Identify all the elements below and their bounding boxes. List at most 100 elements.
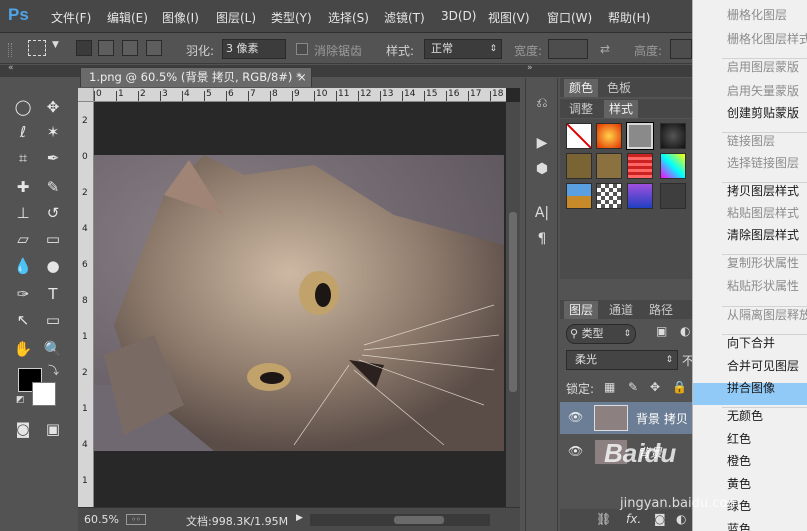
tab-adjustments[interactable]: 调整 bbox=[564, 100, 598, 118]
visibility-eye-icon[interactable]: 👁 bbox=[568, 444, 583, 458]
blur-tool-icon[interactable]: 💧 bbox=[12, 255, 34, 277]
context-menu-item[interactable]: 橙色 bbox=[727, 450, 751, 472]
status-menu-arrow-icon[interactable]: ▶ bbox=[296, 513, 303, 523]
context-menu-item[interactable]: 黄色 bbox=[727, 473, 751, 495]
close-icon[interactable]: × bbox=[297, 68, 307, 87]
tab-channels[interactable]: 通道 bbox=[604, 301, 638, 319]
add-mask-icon[interactable]: ◙ bbox=[654, 512, 666, 526]
style-swatch-sky[interactable] bbox=[566, 183, 592, 209]
style-swatch-rainbow[interactable] bbox=[660, 153, 686, 179]
lasso-tool-icon[interactable]: ℓ bbox=[12, 121, 34, 143]
swap-icon[interactable]: ⇄ bbox=[600, 42, 610, 56]
move-tool-icon[interactable]: ✥ bbox=[42, 96, 64, 118]
style-swatch-purple[interactable] bbox=[627, 183, 653, 209]
history-brush-icon[interactable]: ↺ bbox=[42, 202, 64, 224]
image-filter-icon[interactable]: ▣ bbox=[656, 324, 667, 338]
new-selection-icon[interactable] bbox=[76, 40, 92, 56]
screen-mode-icon[interactable]: ▣ bbox=[42, 418, 64, 440]
style-none-swatch[interactable] bbox=[566, 123, 592, 149]
context-menu-item[interactable]: 拷贝图层样式 bbox=[727, 180, 799, 202]
tab-color[interactable]: 颜色 bbox=[564, 79, 599, 97]
subtract-selection-icon[interactable] bbox=[122, 40, 138, 56]
marquee-tool-preset-icon[interactable] bbox=[28, 40, 46, 56]
eraser-icon[interactable]: ▱ bbox=[12, 228, 34, 250]
quick-mask-icon[interactable]: ◙ bbox=[12, 418, 34, 440]
lock-position-icon[interactable]: ✥ bbox=[650, 380, 660, 394]
menu-image[interactable]: 图像(I) bbox=[162, 9, 199, 26]
zoom-level[interactable]: 60.5% bbox=[84, 513, 119, 526]
link-layers-icon[interactable]: ⛓ bbox=[596, 512, 611, 526]
layer-filter-select[interactable]: ⚲ 类型 ⇕ bbox=[566, 324, 636, 344]
history-panel-icon[interactable]: ⎌ bbox=[530, 92, 554, 114]
visibility-eye-icon[interactable]: 👁 bbox=[568, 410, 583, 424]
layer-row[interactable]: 👁 背景 拷贝 bbox=[560, 402, 692, 434]
style-swatch-selected[interactable] bbox=[627, 123, 653, 149]
scrollbar-thumb[interactable] bbox=[509, 212, 517, 392]
context-menu-item[interactable]: 红色 bbox=[727, 428, 751, 450]
menu-help[interactable]: 帮助(H) bbox=[608, 9, 650, 26]
height-input[interactable] bbox=[670, 39, 692, 59]
background-color-swatch[interactable] bbox=[32, 382, 56, 406]
status-icon[interactable]: ◦◦ bbox=[126, 514, 146, 525]
width-input[interactable] bbox=[548, 39, 588, 59]
document-tab[interactable]: 1.png @ 60.5% (背景 拷贝, RGB/8#) * × bbox=[80, 67, 312, 87]
lock-transparent-icon[interactable]: ▦ bbox=[604, 380, 615, 394]
collapse-panels-icon[interactable]: » bbox=[527, 63, 533, 73]
context-menu-item[interactable]: 清除图层样式 bbox=[727, 224, 799, 246]
add-selection-icon[interactable] bbox=[98, 40, 114, 56]
adjustment-layer-icon[interactable]: ◐ bbox=[676, 512, 686, 526]
style-swatch-checker[interactable] bbox=[596, 183, 622, 209]
pen-tool-icon[interactable]: ✑ bbox=[12, 283, 34, 305]
menu-edit[interactable]: 编辑(E) bbox=[107, 9, 148, 26]
style-swatch-dark[interactable] bbox=[660, 123, 686, 149]
style-swatch-bronze[interactable] bbox=[566, 153, 592, 179]
style-swatch-red-stripes[interactable] bbox=[627, 153, 653, 179]
context-menu-item[interactable]: 无颜色 bbox=[727, 405, 763, 427]
vertical-scrollbar[interactable] bbox=[506, 102, 520, 507]
type-tool-icon[interactable]: T bbox=[42, 283, 64, 305]
zoom-tool-icon[interactable]: 🔍 bbox=[42, 338, 64, 360]
style-select[interactable]: 正常 ⇕ bbox=[424, 39, 502, 59]
shape-tool-icon[interactable]: ▭ bbox=[42, 309, 64, 331]
lock-all-icon[interactable]: 🔒 bbox=[672, 380, 687, 394]
menu-file[interactable]: 文件(F) bbox=[51, 9, 91, 26]
menu-view[interactable]: 视图(V) bbox=[488, 9, 530, 26]
collapse-left-icon[interactable]: « bbox=[8, 63, 14, 73]
chevron-down-icon[interactable]: ▼ bbox=[52, 40, 59, 50]
eyedropper-icon[interactable]: ✒ bbox=[42, 147, 64, 169]
context-menu-item[interactable]: 合并可见图层 bbox=[727, 355, 799, 377]
style-swatch-fire[interactable] bbox=[596, 123, 622, 149]
gradient-tool-icon[interactable]: ▭ bbox=[42, 228, 64, 250]
actions-play-icon[interactable]: ▶ bbox=[530, 132, 554, 154]
context-menu-item[interactable]: 拼合图像 bbox=[727, 377, 775, 399]
healing-brush-icon[interactable]: ✚ bbox=[12, 176, 34, 198]
style-swatch-gray[interactable] bbox=[660, 183, 686, 209]
clone-stamp-icon[interactable]: ⊥ bbox=[12, 202, 34, 224]
style-swatch-gold[interactable] bbox=[596, 153, 622, 179]
tab-swatches[interactable]: 色板 bbox=[602, 79, 636, 97]
horizontal-scrollbar[interactable] bbox=[310, 514, 490, 526]
context-menu-item[interactable]: 创建剪贴蒙版 bbox=[727, 102, 799, 124]
context-menu-item[interactable]: 向下合并 bbox=[727, 332, 775, 354]
menu-type[interactable]: 类型(Y) bbox=[271, 9, 312, 26]
menu-3d[interactable]: 3D(D) bbox=[441, 9, 476, 23]
context-menu-item[interactable]: 蓝色 bbox=[727, 518, 751, 531]
menu-filter[interactable]: 滤镜(T) bbox=[384, 9, 425, 26]
lock-pixels-icon[interactable]: ✎ bbox=[628, 380, 638, 394]
fx-icon[interactable]: fx. bbox=[626, 512, 641, 526]
swap-colors-icon[interactable]: ⤵ bbox=[48, 362, 59, 378]
tab-paths[interactable]: 路径 bbox=[644, 301, 678, 319]
brush-tool-icon[interactable]: ✎ bbox=[42, 176, 64, 198]
path-select-icon[interactable]: ↖ bbox=[12, 309, 34, 331]
blend-mode-select[interactable]: 柔光 ⇕ bbox=[566, 350, 678, 370]
default-colors-icon[interactable]: ◩ bbox=[16, 395, 25, 405]
menu-select[interactable]: 选择(S) bbox=[328, 9, 369, 26]
dodge-tool-icon[interactable]: ● bbox=[42, 255, 64, 277]
intersect-selection-icon[interactable] bbox=[146, 40, 162, 56]
crop-tool-icon[interactable]: ⌗ bbox=[12, 147, 34, 169]
menu-layer[interactable]: 图层(L) bbox=[216, 9, 256, 26]
feather-input[interactable]: 3 像素 bbox=[222, 39, 286, 59]
magic-wand-icon[interactable]: ✶ bbox=[42, 121, 64, 143]
adjustment-filter-icon[interactable]: ◐ bbox=[680, 324, 690, 338]
antialias-checkbox[interactable] bbox=[296, 43, 308, 55]
